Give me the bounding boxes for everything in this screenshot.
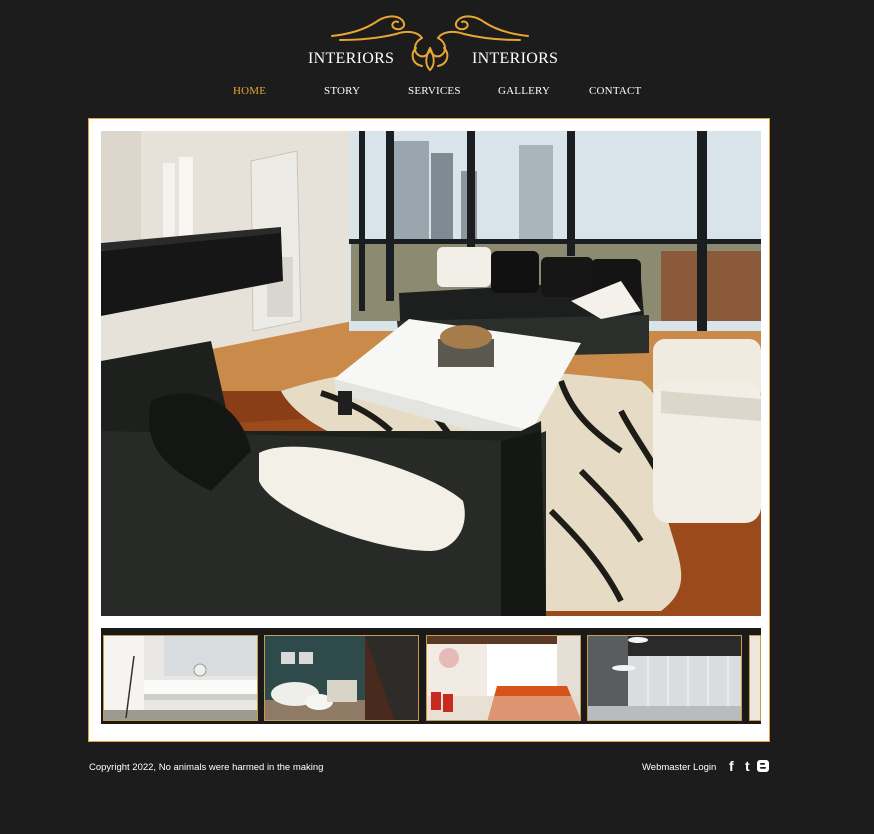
gallery-thumbnail[interactable] (587, 635, 742, 721)
copyright-text: Copyright 2022, No animals were harmed i… (89, 762, 324, 773)
nav-story[interactable]: STORY (324, 85, 360, 97)
gallery-thumbnail[interactable] (264, 635, 419, 721)
thumbnail-strip (101, 628, 761, 724)
logo-text-left: INTERIORS (308, 50, 395, 67)
gallery-frame (88, 118, 770, 742)
nav-contact[interactable]: CONTACT (589, 85, 641, 97)
site-logo[interactable]: INTERIORS INTERIORS (300, 8, 560, 72)
logo-text-right: INTERIORS (472, 50, 559, 67)
gallery-thumbnail[interactable] (749, 635, 761, 721)
twitter-icon[interactable]: t (745, 758, 750, 774)
hero-image-living-room (101, 131, 761, 616)
main-nav: HOME STORY SERVICES GALLERY CONTACT (0, 85, 874, 101)
nav-gallery[interactable]: GALLERY (498, 85, 550, 97)
nav-home[interactable]: HOME (233, 85, 266, 97)
facebook-icon[interactable]: f (729, 758, 734, 774)
blogger-icon[interactable] (757, 759, 769, 775)
gallery-thumbnail[interactable] (103, 635, 258, 721)
nav-services[interactable]: SERVICES (408, 85, 461, 97)
webmaster-login-link[interactable]: Webmaster Login (642, 762, 716, 773)
gallery-thumbnail[interactable] (426, 635, 581, 721)
